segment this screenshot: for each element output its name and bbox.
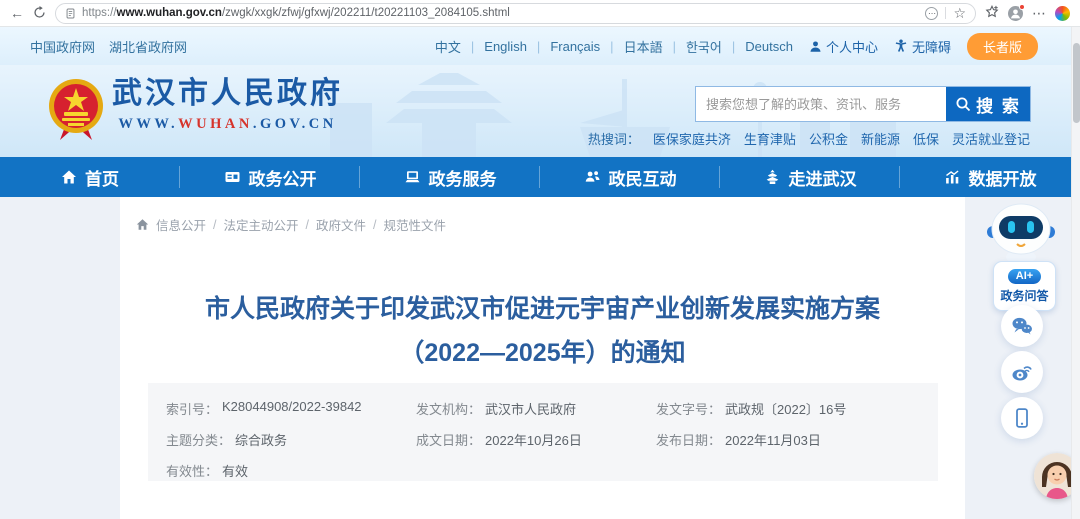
profile-notification-dot bbox=[1019, 3, 1025, 10]
home-icon bbox=[62, 170, 76, 184]
hot-word-link[interactable]: 生育津贴 bbox=[744, 129, 796, 148]
accessibility-icon bbox=[895, 39, 907, 52]
accessibility-link[interactable]: 无障碍 bbox=[894, 37, 951, 56]
browser-window: ← https://www.wuhan.gov.cn/zwgk/xxgk/zfw… bbox=[0, 0, 1080, 519]
divider bbox=[945, 7, 947, 19]
browser-toolbar: ← https://www.wuhan.gov.cn/zwgk/xxgk/zfw… bbox=[0, 0, 1080, 27]
copilot-icon[interactable] bbox=[1055, 5, 1070, 21]
ai-robot-mascot[interactable] bbox=[982, 199, 1060, 265]
breadcrumb-item[interactable]: 法定主动公开 bbox=[224, 215, 299, 234]
ai-plus-badge: AI+ bbox=[1007, 269, 1042, 284]
meta-written-date: 成文日期： 2022年10月26日 bbox=[416, 433, 582, 448]
meta-agency: 发文机构： 武汉市人民政府 bbox=[416, 402, 577, 417]
lang-fr[interactable]: Français bbox=[550, 39, 600, 54]
nav-item-home[interactable]: 首页 bbox=[0, 157, 180, 197]
scrollbar[interactable] bbox=[1071, 27, 1080, 519]
wechat-icon bbox=[1012, 317, 1032, 335]
site-url: WWW.WUHAN.GOV.CN bbox=[118, 116, 337, 132]
hot-word-link[interactable]: 灵活就业登记 bbox=[952, 129, 1030, 148]
senior-version-button[interactable]: 长者版 bbox=[966, 32, 1038, 60]
collections-icon[interactable] bbox=[985, 4, 999, 21]
hot-word-link[interactable]: 低保 bbox=[913, 129, 939, 148]
hot-word-link[interactable]: 公积金 bbox=[809, 129, 848, 148]
weibo-share-button[interactable] bbox=[1001, 351, 1043, 393]
site-search: 搜 索 bbox=[695, 86, 1031, 122]
scrollbar-thumb[interactable] bbox=[1073, 43, 1080, 123]
main-navigation: 首页 政务公开 政务服务 政民互动 走进武汉 数据开放 bbox=[0, 157, 1080, 197]
site-masthead: 武汉市人民政府 WWW.WUHAN.GOV.CN 搜 索 热搜词： 医保家庭共济… bbox=[0, 65, 1080, 157]
meta-column-2: 发文机构： 武汉市人民政府 成文日期： 2022年10月26日 bbox=[416, 399, 656, 492]
breadcrumb-home-icon[interactable] bbox=[136, 218, 149, 231]
profile-avatar[interactable] bbox=[1008, 3, 1025, 21]
utility-bar: 中国政府网 湖北省政府网 中文 | English | Français | 日本語 |… bbox=[0, 27, 1080, 65]
meta-column-3: 发文字号： 武政规〔2022〕16号 发布日期： 2022年11月03日 bbox=[656, 399, 920, 492]
search-button[interactable]: 搜 索 bbox=[946, 87, 1030, 121]
language-switcher: 中文 | English | Français | 日本語 | 한국어 | Deutsch bbox=[434, 37, 793, 56]
browser-essentials-icon[interactable]: ⋯ bbox=[925, 6, 939, 20]
nav-item-gov-service[interactable]: 政务服务 bbox=[360, 157, 540, 197]
article-card: 信息公开 / 法定主动公开 / 政府文件 / 规范性文件 市人民政府关于印发武汉… bbox=[120, 197, 965, 519]
meta-published-date: 发布日期： 2022年11月03日 bbox=[656, 433, 821, 448]
gov-service-icon bbox=[405, 171, 419, 183]
back-icon[interactable]: ← bbox=[10, 6, 24, 20]
lang-ko[interactable]: 한국어 bbox=[686, 37, 722, 56]
url-text: https://www.wuhan.gov.cn/zwgk/xxgk/zfwj/… bbox=[82, 7, 510, 19]
lang-en[interactable]: English bbox=[484, 39, 527, 54]
wuhan-tower-icon bbox=[766, 169, 778, 184]
breadcrumb-item[interactable]: 政府文件 bbox=[316, 215, 366, 234]
meta-index: 索引号： K28044908/2022-39842 bbox=[166, 399, 362, 417]
bookmark-star-icon[interactable]: ☆ bbox=[953, 6, 966, 20]
nav-item-interaction[interactable]: 政民互动 bbox=[540, 157, 720, 197]
more-menu-icon[interactable]: ⋯ bbox=[1032, 6, 1046, 20]
breadcrumb-item[interactable]: 规范性文件 bbox=[384, 215, 447, 234]
document-metadata: 索引号： K28044908/2022-39842 主题分类： 综合政务 有效性：有… bbox=[148, 383, 938, 481]
search-icon bbox=[956, 97, 971, 112]
hot-words-label: 热搜词： bbox=[587, 132, 640, 147]
nav-item-about-wuhan[interactable]: 走进武汉 bbox=[720, 157, 900, 197]
ai-qa-button[interactable]: AI+ 政务问答 bbox=[993, 261, 1056, 311]
breadcrumb-item[interactable]: 信息公开 bbox=[156, 215, 206, 234]
national-emblem bbox=[49, 79, 103, 140]
mobile-version-button[interactable] bbox=[1001, 397, 1043, 439]
personal-center-link[interactable]: 个人中心 bbox=[809, 37, 878, 56]
hot-word-link[interactable]: 新能源 bbox=[861, 129, 900, 148]
person-icon bbox=[810, 40, 821, 52]
site-title: 武汉市人民政府 bbox=[112, 77, 343, 110]
weibo-icon bbox=[1012, 366, 1032, 381]
meta-doc-number: 发文字号： 武政规〔2022〕16号 bbox=[656, 402, 847, 417]
hubei-gov-link[interactable]: 湖北省政府网 bbox=[109, 37, 187, 56]
meta-category: 主题分类： 综合政务 bbox=[166, 433, 288, 448]
lang-ja[interactable]: 日本語 bbox=[624, 37, 663, 56]
hot-word-link[interactable]: 医保家庭共济 bbox=[653, 129, 731, 148]
mobile-icon bbox=[1016, 408, 1028, 428]
meta-validity: 有效性： 有效 bbox=[166, 464, 249, 479]
site-info-icon[interactable] bbox=[65, 8, 76, 19]
lang-de[interactable]: Deutsch bbox=[745, 39, 793, 54]
interaction-icon bbox=[585, 171, 599, 182]
gov-open-icon bbox=[225, 172, 239, 182]
breadcrumb: 信息公开 / 法定主动公开 / 政府文件 / 规范性文件 bbox=[136, 215, 446, 234]
hot-search-words: 热搜词： 医保家庭共济 生育津贴 公积金 新能源 低保 灵活就业登记 bbox=[588, 129, 1030, 148]
wechat-share-button[interactable] bbox=[1001, 305, 1043, 347]
page-content: 信息公开 / 法定主动公开 / 政府文件 / 规范性文件 市人民政府关于印发武汉… bbox=[0, 197, 1080, 519]
gov-cn-link[interactable]: 中国政府网 bbox=[30, 37, 95, 56]
lang-zh[interactable]: 中文 bbox=[435, 37, 461, 56]
refresh-icon[interactable] bbox=[33, 5, 46, 21]
document-title: 市人民政府关于印发武汉市促进元宇宙产业创新发展实施方案 （2022—2025年）… bbox=[204, 295, 880, 367]
nav-item-gov-open[interactable]: 政务公开 bbox=[180, 157, 360, 197]
site-brand[interactable]: 武汉市人民政府 WWW.WUHAN.GOV.CN bbox=[112, 77, 343, 133]
data-chart-icon bbox=[945, 170, 959, 184]
nav-item-open-data[interactable]: 数据开放 bbox=[900, 157, 1080, 197]
meta-column-1: 索引号： K28044908/2022-39842 主题分类： 综合政务 有效性：有… bbox=[166, 399, 416, 492]
search-input[interactable] bbox=[696, 87, 946, 121]
address-bar[interactable]: https://www.wuhan.gov.cn/zwgk/xxgk/zfwj/… bbox=[55, 2, 976, 24]
